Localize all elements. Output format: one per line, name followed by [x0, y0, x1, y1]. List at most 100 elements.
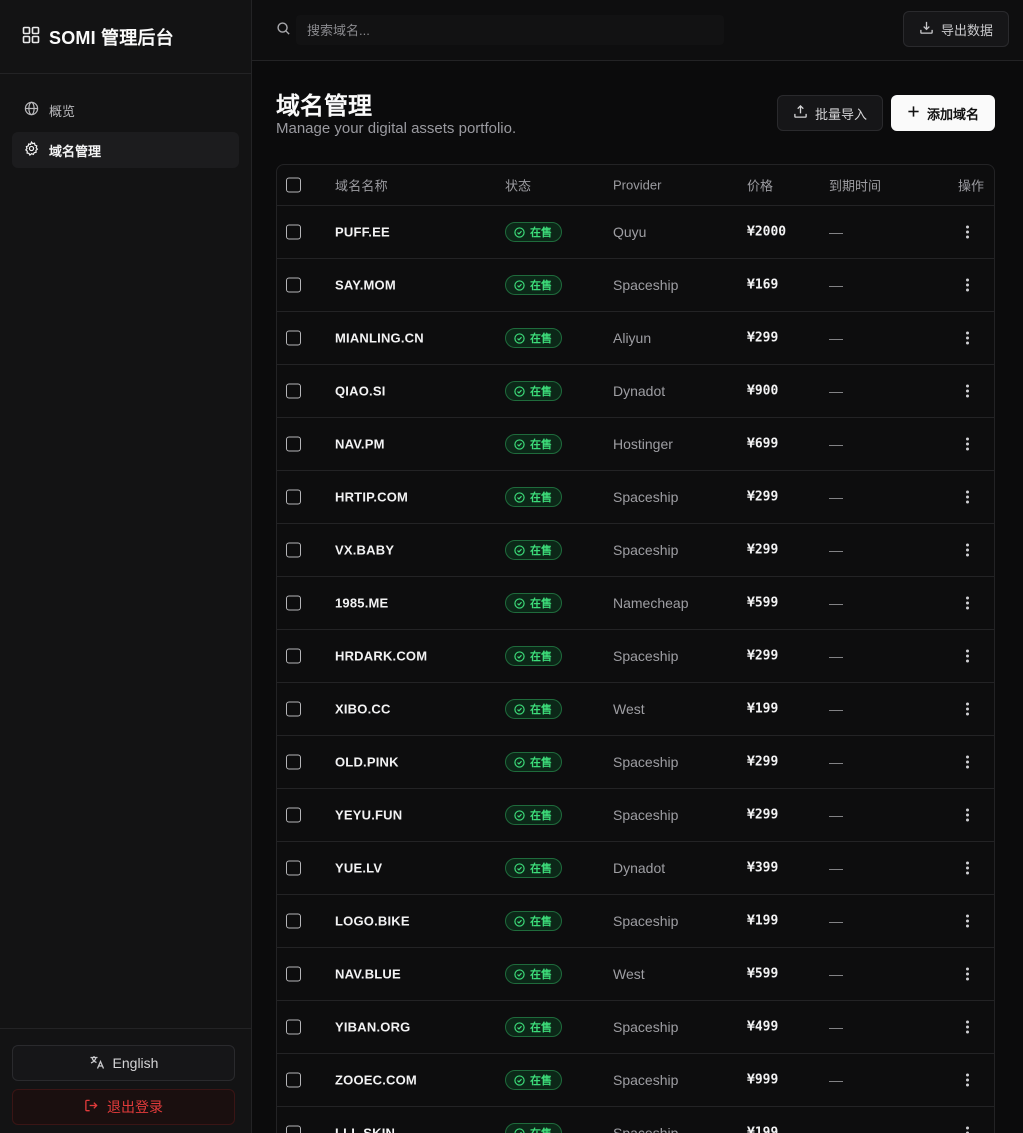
expiry-date: —: [829, 860, 843, 876]
row-checkbox[interactable]: [286, 224, 301, 240]
row-actions-button[interactable]: [962, 755, 972, 769]
domain-name[interactable]: LOGO.BIKE: [335, 914, 410, 929]
price: ¥699: [747, 436, 779, 452]
status-label: 在售: [530, 227, 552, 239]
domain-name[interactable]: YIBAN.ORG: [335, 1020, 410, 1035]
table-row[interactable]: QIAO.SI 在售 Dynadot ¥900 —: [277, 365, 994, 418]
row-actions-button[interactable]: [962, 861, 972, 875]
domain-name[interactable]: XIBO.CC: [335, 702, 391, 717]
row-checkbox[interactable]: [286, 648, 301, 664]
status-label: 在售: [530, 969, 552, 981]
table-row[interactable]: YUE.LV 在售 Dynadot ¥399 —: [277, 842, 994, 895]
status-label: 在售: [530, 651, 552, 663]
table-row[interactable]: SAY.MOM 在售 Spaceship ¥169 —: [277, 259, 994, 312]
row-actions-button[interactable]: [962, 490, 972, 504]
row-actions-button[interactable]: [962, 596, 972, 610]
row-actions-button[interactable]: [962, 1020, 972, 1034]
row-checkbox[interactable]: [286, 383, 301, 399]
row-actions-button[interactable]: [962, 543, 972, 557]
table-row[interactable]: NAV.PM 在售 Hostinger ¥699 —: [277, 418, 994, 471]
domain-name[interactable]: YUE.LV: [335, 861, 382, 876]
column-header-provider[interactable]: Provider: [613, 178, 661, 193]
table-row[interactable]: OLD.PINK 在售 Spaceship ¥299 —: [277, 736, 994, 789]
domain-name[interactable]: VX.BABY: [335, 543, 394, 558]
row-checkbox[interactable]: [286, 436, 301, 452]
status-badge: 在售: [505, 593, 562, 613]
row-checkbox[interactable]: [286, 701, 301, 717]
table-row[interactable]: MIANLING.CN 在售 Aliyun ¥299 —: [277, 312, 994, 365]
column-header-price[interactable]: 价格: [747, 176, 773, 195]
row-actions-button[interactable]: [962, 1073, 972, 1087]
row-actions-button[interactable]: [962, 384, 972, 398]
row-checkbox[interactable]: [286, 807, 301, 823]
more-vertical-icon: [962, 861, 972, 875]
row-actions-button[interactable]: [962, 1126, 972, 1133]
domain-name[interactable]: NAV.PM: [335, 437, 385, 452]
row-actions-button[interactable]: [962, 437, 972, 451]
row-checkbox[interactable]: [286, 1072, 301, 1088]
row-checkbox[interactable]: [286, 1125, 301, 1133]
row-actions-button[interactable]: [962, 331, 972, 345]
domain-name[interactable]: LLL.SKIN: [335, 1126, 395, 1133]
row-actions-button[interactable]: [962, 225, 972, 239]
logout-button[interactable]: 退出登录: [12, 1089, 235, 1125]
table-row[interactable]: YEYU.FUN 在售 Spaceship ¥299 —: [277, 789, 994, 842]
row-actions-button[interactable]: [962, 914, 972, 928]
row-actions-button[interactable]: [962, 702, 972, 716]
domain-name[interactable]: HRTIP.COM: [335, 490, 408, 505]
row-checkbox[interactable]: [286, 489, 301, 505]
domain-name[interactable]: SAY.MOM: [335, 278, 396, 293]
row-checkbox[interactable]: [286, 542, 301, 558]
more-vertical-icon: [962, 967, 972, 981]
row-checkbox[interactable]: [286, 1019, 301, 1035]
row-checkbox[interactable]: [286, 754, 301, 770]
more-vertical-icon: [962, 1020, 972, 1034]
column-header-expiry[interactable]: 到期时间: [829, 176, 881, 195]
row-actions-button[interactable]: [962, 967, 972, 981]
table-row[interactable]: LOGO.BIKE 在售 Spaceship ¥199 —: [277, 895, 994, 948]
table-row[interactable]: HRDARK.COM 在售 Spaceship ¥299 —: [277, 630, 994, 683]
domain-name[interactable]: ZOOEC.COM: [335, 1073, 417, 1088]
status-label: 在售: [530, 810, 552, 822]
domain-name[interactable]: PUFF.EE: [335, 225, 390, 240]
domain-name[interactable]: QIAO.SI: [335, 384, 386, 399]
language-button[interactable]: English: [12, 1045, 235, 1081]
domain-name[interactable]: HRDARK.COM: [335, 649, 427, 664]
table-row[interactable]: HRTIP.COM 在售 Spaceship ¥299 —: [277, 471, 994, 524]
table-row[interactable]: PUFF.EE 在售 Quyu ¥2000 —: [277, 206, 994, 259]
domain-name[interactable]: MIANLING.CN: [335, 331, 424, 346]
table-row[interactable]: ZOOEC.COM 在售 Spaceship ¥999 —: [277, 1054, 994, 1107]
row-checkbox[interactable]: [286, 595, 301, 611]
table-header-row: 域名名称 状态 Provider 价格 到期时间 操作: [277, 165, 994, 206]
column-header-status[interactable]: 状态: [505, 176, 531, 195]
row-actions-button[interactable]: [962, 649, 972, 663]
bulk-import-button[interactable]: 批量导入: [777, 95, 883, 131]
row-checkbox[interactable]: [286, 860, 301, 876]
grid-icon: [22, 26, 40, 47]
row-checkbox[interactable]: [286, 277, 301, 293]
sidebar-item-overview[interactable]: 概览: [12, 92, 239, 128]
domain-name[interactable]: NAV.BLUE: [335, 967, 401, 982]
row-checkbox[interactable]: [286, 330, 301, 346]
domain-name[interactable]: YEYU.FUN: [335, 808, 402, 823]
price: ¥299: [747, 489, 779, 505]
select-all-checkbox[interactable]: [286, 177, 301, 193]
row-checkbox[interactable]: [286, 966, 301, 982]
add-domain-button[interactable]: 添加域名: [891, 95, 995, 131]
sidebar-item-domain-management[interactable]: 域名管理: [12, 132, 239, 168]
domain-name[interactable]: OLD.PINK: [335, 755, 399, 770]
column-header-name[interactable]: 域名名称: [335, 176, 388, 195]
domain-name[interactable]: 1985.ME: [335, 596, 388, 611]
table-row[interactable]: XIBO.CC 在售 West ¥199 —: [277, 683, 994, 736]
row-actions-button[interactable]: [962, 278, 972, 292]
expiry-date: —: [829, 1125, 843, 1133]
table-row[interactable]: NAV.BLUE 在售 West ¥599 —: [277, 948, 994, 1001]
table-row[interactable]: YIBAN.ORG 在售 Spaceship ¥499 —: [277, 1001, 994, 1054]
table-row[interactable]: 1985.ME 在售 Namecheap ¥599 —: [277, 577, 994, 630]
row-actions-button[interactable]: [962, 808, 972, 822]
export-data-button[interactable]: 导出数据: [903, 11, 1009, 47]
table-row[interactable]: LLL.SKIN 在售 Spaceship ¥199 —: [277, 1107, 994, 1133]
search-input[interactable]: [296, 15, 724, 45]
table-row[interactable]: VX.BABY 在售 Spaceship ¥299 —: [277, 524, 994, 577]
row-checkbox[interactable]: [286, 913, 301, 929]
